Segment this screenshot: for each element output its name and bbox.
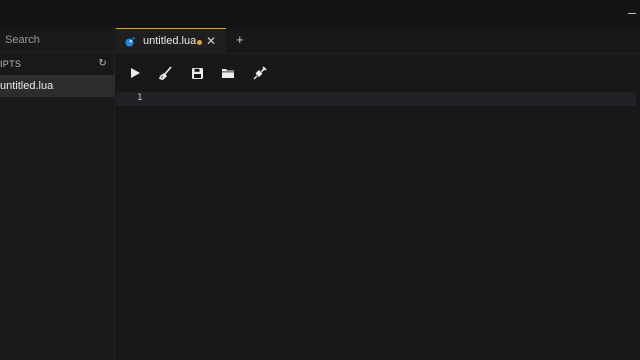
save-button[interactable] xyxy=(189,65,205,81)
toolbar xyxy=(116,56,640,90)
open-button[interactable] xyxy=(220,65,236,81)
tab-label: untitled.lua xyxy=(143,35,197,47)
clear-button[interactable] xyxy=(157,65,173,81)
add-tab-button[interactable]: + xyxy=(236,33,244,47)
play-icon xyxy=(131,68,140,78)
line-number: 1 xyxy=(137,93,143,103)
sidebar: Search IPTS ↻ untitled.lua xyxy=(0,28,115,360)
code-editor[interactable]: 1 xyxy=(116,90,640,360)
broom-icon xyxy=(158,65,172,80)
sidebar-file-item[interactable]: untitled.lua xyxy=(0,75,115,97)
syringe-icon xyxy=(253,65,267,79)
modified-indicator xyxy=(197,40,202,45)
minimize-button[interactable] xyxy=(628,13,636,14)
scripts-section-header: IPTS ↻ xyxy=(0,57,115,71)
current-line-highlight xyxy=(116,92,636,106)
run-button[interactable] xyxy=(127,65,143,81)
save-icon xyxy=(191,67,203,79)
section-title: IPTS xyxy=(0,59,22,69)
title-bar xyxy=(0,0,640,28)
tab-bar: untitled.lua ✕ + xyxy=(116,28,640,54)
refresh-icon[interactable]: ↻ xyxy=(98,57,107,71)
search-input[interactable]: Search xyxy=(0,28,115,53)
lua-icon xyxy=(125,37,135,47)
tab-untitled-lua[interactable]: untitled.lua ✕ xyxy=(116,28,226,54)
folder-icon xyxy=(222,69,234,78)
inject-button[interactable] xyxy=(251,65,267,81)
close-icon[interactable]: ✕ xyxy=(206,34,216,48)
